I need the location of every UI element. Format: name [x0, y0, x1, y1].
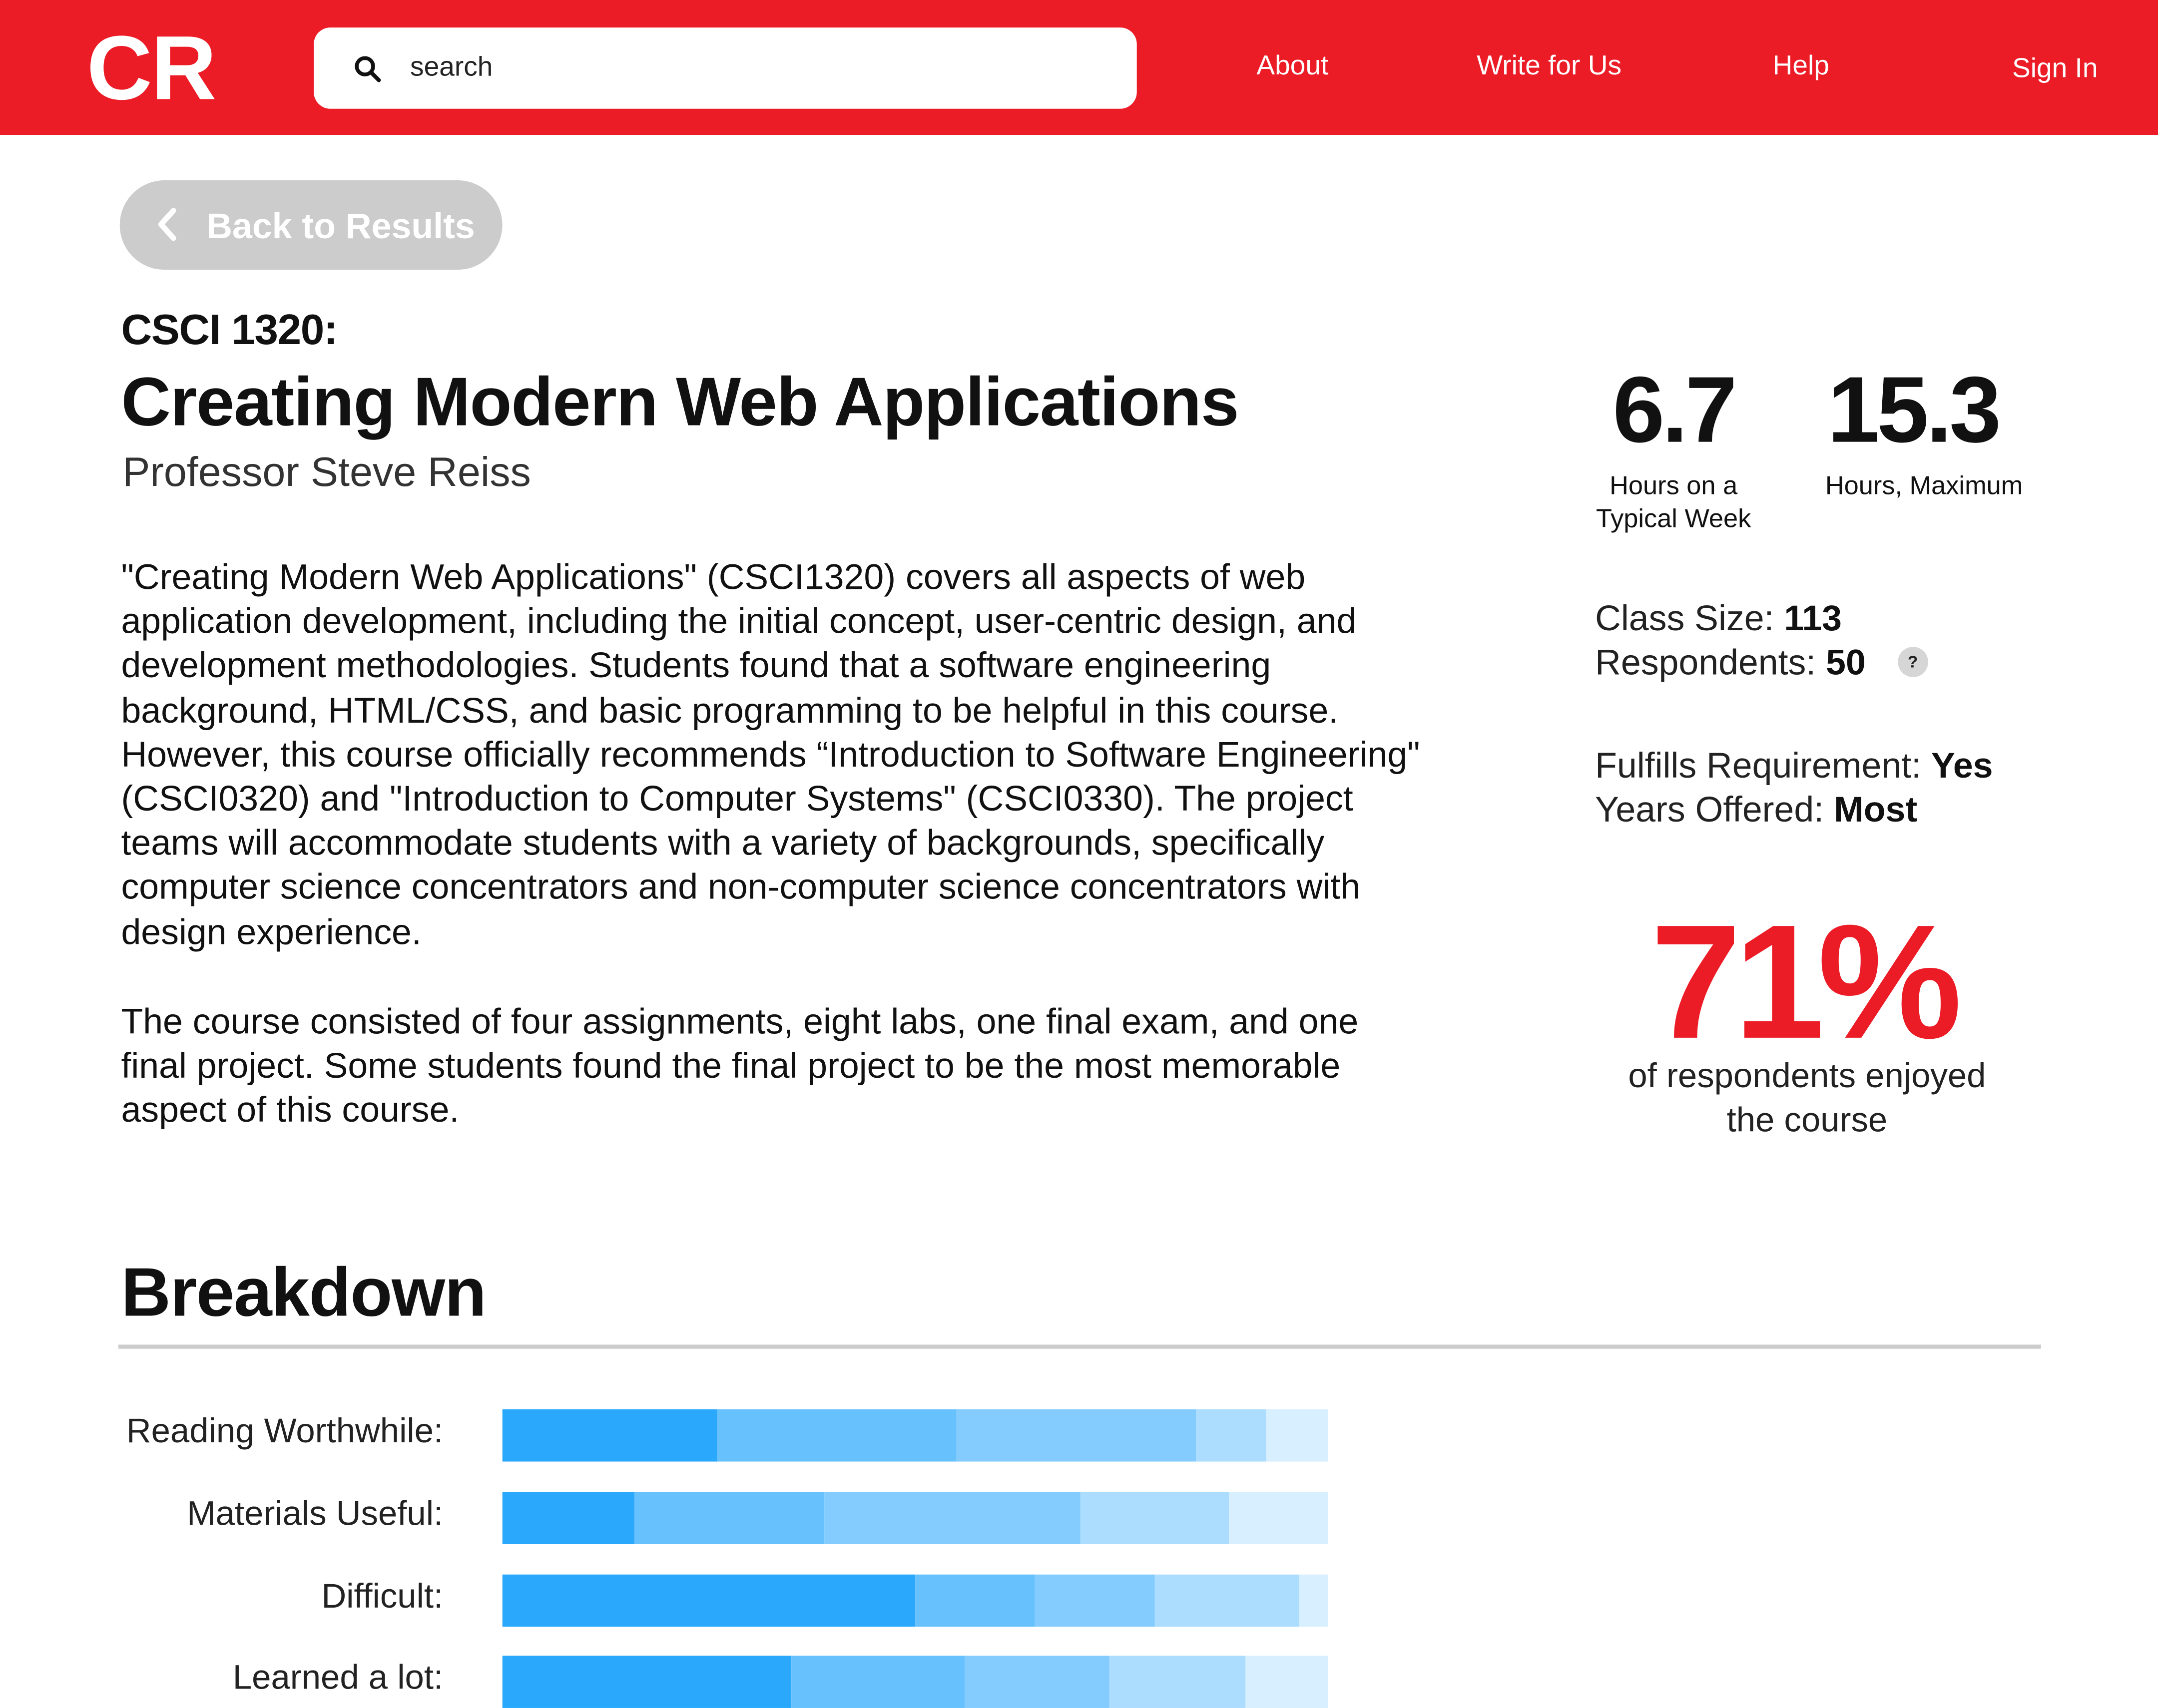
enjoyment-percentage: 71%	[1650, 891, 1962, 1074]
breakdown-bar-segment	[502, 1492, 635, 1545]
class-size-value: 113	[1784, 597, 1842, 639]
help-icon[interactable]: ?	[1897, 647, 1928, 678]
breakdown-bar-segment	[1245, 1656, 1328, 1708]
respondents-label: Respondents:	[1595, 641, 1816, 683]
site-logo[interactable]: CR	[87, 19, 217, 116]
back-to-results-label: Back to Results	[206, 205, 475, 247]
search-input[interactable]	[410, 46, 1098, 88]
breakdown-bar-segment	[824, 1492, 1080, 1545]
breakdown-bar-segment	[915, 1574, 1035, 1627]
breakdown-bar-segment	[1266, 1409, 1328, 1462]
breakdown-row-label: Learned a lot:	[232, 1658, 444, 1697]
breakdown-bar-segment	[1035, 1574, 1155, 1627]
breakdown-bar-materials-useful	[502, 1492, 1328, 1545]
chevron-left-icon	[158, 208, 176, 241]
course-description-paragraph: "Creating Modern Web Applications" (CSCI…	[121, 556, 1420, 952]
breakdown-bar-segment	[965, 1656, 1109, 1708]
course-code: CSCI 1320:	[121, 305, 338, 354]
breakdown-bar-difficult	[502, 1574, 1328, 1627]
course-professor: Professor Steve Reiss	[122, 450, 531, 496]
breakdown-bar-segment	[502, 1574, 916, 1627]
breakdown-bar-segment	[1080, 1492, 1229, 1545]
search-box[interactable]	[314, 27, 1137, 109]
enjoyment-caption: of respondents enjoyed the course	[1628, 1057, 1986, 1140]
fulfills-requirement-label: Fulfills Requirement:	[1595, 744, 1922, 786]
breakdown-bar-segment	[502, 1409, 717, 1462]
breakdown-bar-segment	[791, 1656, 965, 1708]
hours-max-value: 15.3	[1827, 358, 2001, 462]
years-offered-stat: Years Offered: Most	[1595, 787, 1917, 831]
top-nav-bar: CR About Write for Us Help Sign In	[0, 0, 2158, 135]
breakdown-bar-segment	[956, 1409, 1196, 1462]
breakdown-bar-segment	[634, 1492, 825, 1545]
course-description-paragraph: The course consisted of four assignments…	[121, 1000, 1359, 1131]
breakdown-bar-segment	[1109, 1656, 1246, 1708]
class-size-stat: Class Size: 113	[1595, 596, 1842, 640]
hours-typical-value: 6.7	[1613, 358, 1737, 462]
breakdown-row-label: Difficult:	[321, 1577, 444, 1616]
breakdown-divider	[118, 1344, 2041, 1349]
hours-typical-caption: Hours on a Typical Week	[1596, 472, 1751, 534]
course-title: Creating Modern Web Applications	[121, 363, 1239, 440]
breakdown-bar-segment	[1299, 1574, 1328, 1627]
nav-about-link[interactable]: About	[1256, 48, 1328, 84]
respondents-value: 50	[1826, 641, 1866, 683]
breakdown-bar-segment	[502, 1656, 792, 1708]
breakdown-bar-segment	[717, 1409, 957, 1462]
fulfills-requirement-value: Yes	[1931, 744, 1993, 786]
class-size-label: Class Size:	[1595, 597, 1774, 639]
breakdown-heading: Breakdown	[121, 1254, 487, 1331]
breakdown-bar-segment	[1154, 1574, 1299, 1627]
back-to-results-button[interactable]: Back to Results	[119, 180, 503, 270]
breakdown-row-label: Materials Useful:	[187, 1494, 444, 1533]
nav-help-link[interactable]: Help	[1773, 48, 1829, 84]
breakdown-bar-segment	[1196, 1409, 1266, 1462]
nav-sign-in-link[interactable]: Sign In	[2012, 51, 2098, 87]
years-offered-label: Years Offered:	[1595, 789, 1824, 830]
fulfills-requirement-stat: Fulfills Requirement: Yes	[1595, 743, 1993, 787]
respondents-stat: Respondents: 50 ?	[1595, 640, 1928, 684]
hours-max-caption: Hours, Maximum	[1825, 472, 2023, 501]
nav-write-for-us-link[interactable]: Write for Us	[1477, 48, 1621, 84]
breakdown-row-label: Reading Worthwhile:	[126, 1412, 444, 1451]
search-icon	[355, 56, 381, 82]
breakdown-bar-learned-a-lot	[502, 1656, 1328, 1708]
breakdown-bar-segment	[1229, 1492, 1328, 1545]
breakdown-bar-reading-worthwhile	[502, 1409, 1328, 1462]
years-offered-value: Most	[1834, 789, 1918, 830]
